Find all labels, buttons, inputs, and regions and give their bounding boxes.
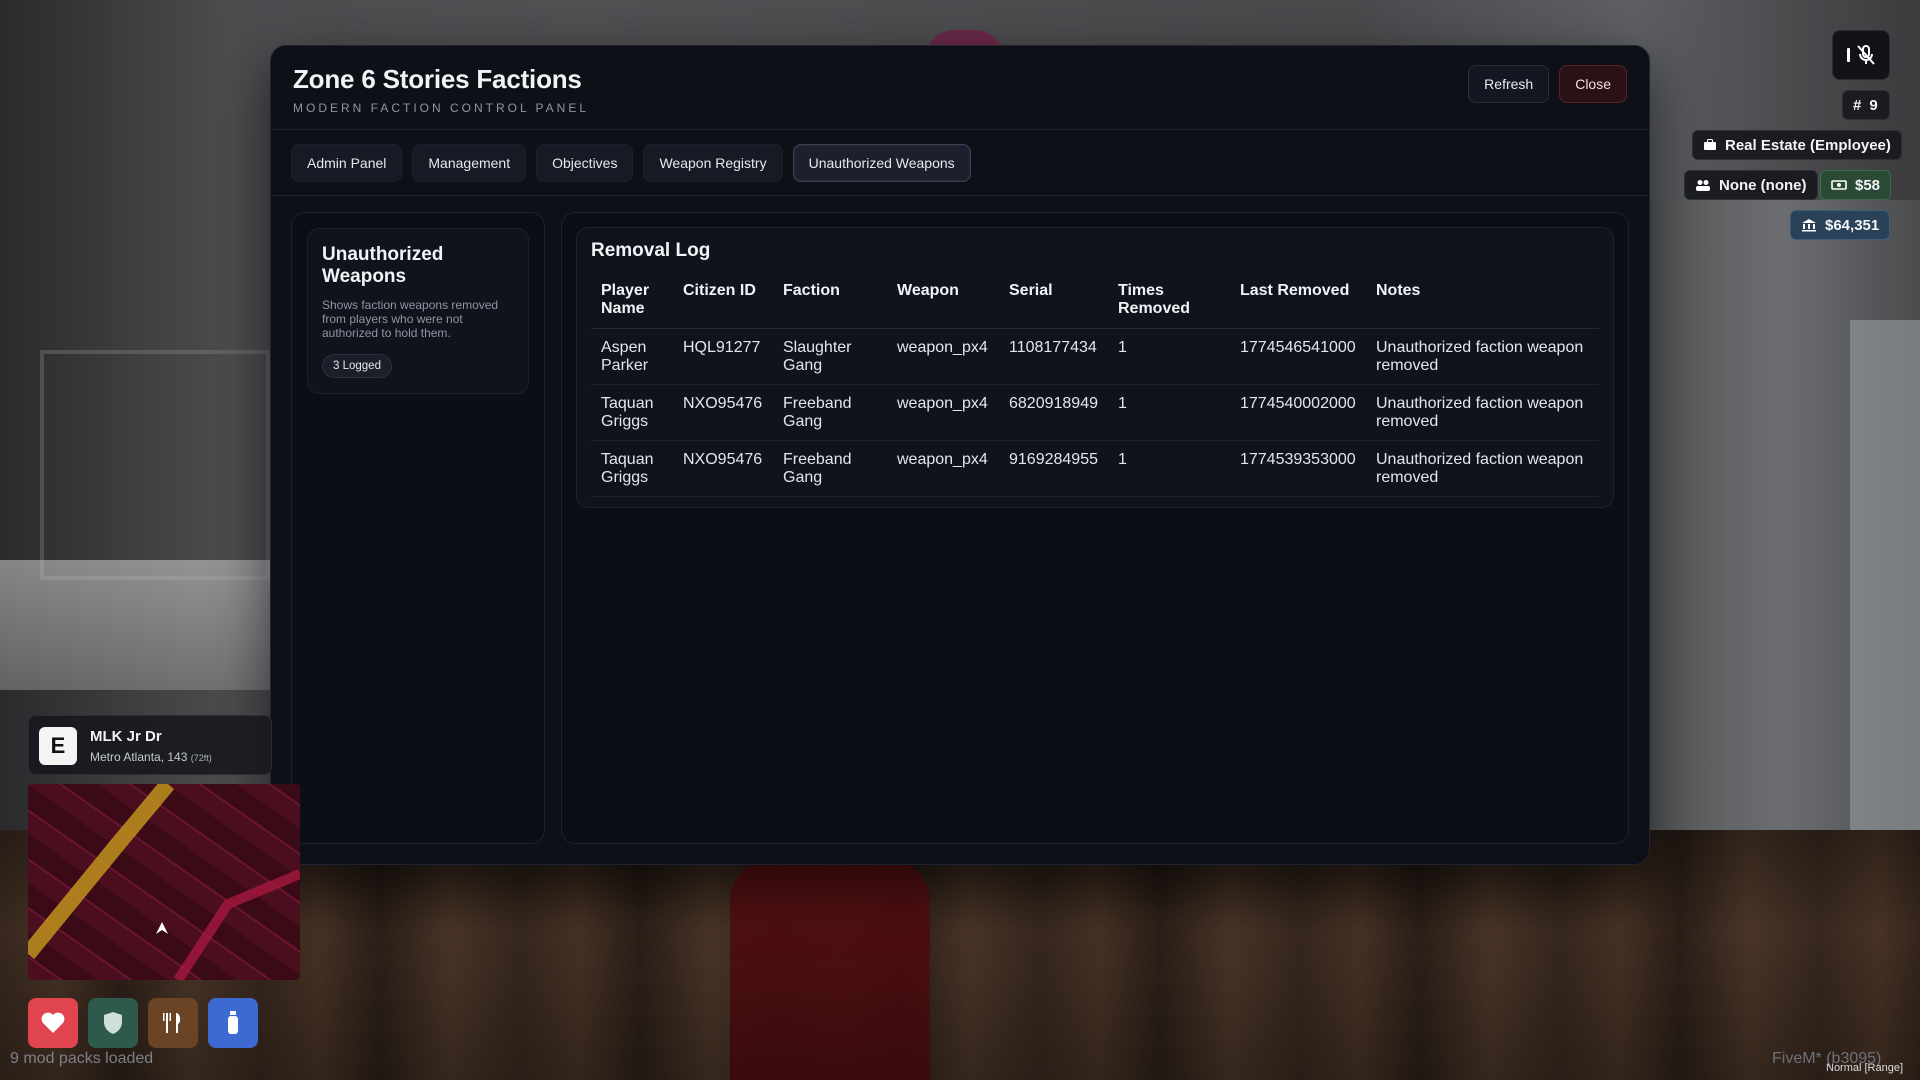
player-id-pill: # 9	[1842, 90, 1890, 120]
game-background-cabinet	[40, 350, 270, 580]
gang-pill: None (none)	[1684, 170, 1818, 200]
cell-last-removed: 1774540002000	[1229, 384, 1366, 441]
bank-icon	[1802, 219, 1816, 232]
column-header: Citizen ID	[673, 274, 773, 329]
game-background-door	[1850, 320, 1920, 840]
job-label: Real Estate (Employee)	[1725, 136, 1891, 154]
sidebar-description: Shows faction weapons removed from playe…	[322, 298, 499, 340]
street-name: MLK Jr Dr	[90, 728, 162, 745]
cash-amount: $58	[1855, 176, 1881, 194]
removal-log-card: Removal Log Player Name Citizen ID Facti…	[576, 227, 1614, 508]
fork-knife-icon	[163, 1013, 181, 1033]
hunger-status	[148, 998, 198, 1048]
cell-times-removed: 1	[1107, 328, 1230, 385]
street-distance: (72ft)	[190, 753, 212, 763]
cell-weapon: weapon_px4	[887, 328, 999, 385]
column-header: Times Removed	[1107, 274, 1230, 329]
cell-citizen-id: NXO95476	[673, 440, 773, 497]
street-area: Metro Atlanta, 143	[90, 750, 188, 764]
panel-content: Unauthorized Weapons Shows faction weapo…	[291, 212, 1629, 844]
bank-pill: $64,351	[1790, 210, 1891, 240]
armor-status	[88, 998, 138, 1048]
column-header: Faction	[773, 274, 887, 329]
cell-player-name: Taquan Griggs	[591, 440, 673, 497]
cell-citizen-id: HQL91277	[673, 328, 773, 385]
street-location-box: E MLK Jr Dr Metro Atlanta, 143 (72ft)	[28, 715, 272, 775]
cell-serial: 9169284955	[999, 440, 1108, 497]
cell-citizen-id: NXO95476	[673, 384, 773, 441]
column-header: Serial	[999, 274, 1108, 329]
cell-notes: Unauthorized faction weapon removed	[1365, 440, 1599, 497]
panel-subtitle: MODERN FACTION CONTROL PANEL	[293, 101, 590, 115]
voice-indicator	[1832, 30, 1890, 80]
cell-last-removed: 1774539353000	[1229, 440, 1366, 497]
table-row: Taquan Griggs NXO95476 Freeband Gang wea…	[591, 440, 1599, 497]
minimap	[28, 784, 300, 980]
faction-control-panel: Zone 6 Stories Factions MODERN FACTION C…	[270, 45, 1650, 865]
job-pill: Real Estate (Employee)	[1692, 130, 1902, 160]
cell-faction: Slaughter Gang	[773, 328, 887, 385]
cell-times-removed: 1	[1107, 384, 1230, 441]
cash-pill: $58	[1820, 170, 1892, 200]
main-area: Removal Log Player Name Citizen ID Facti…	[561, 212, 1629, 844]
cell-weapon: weapon_px4	[887, 440, 999, 497]
gang-label: None (none)	[1719, 176, 1807, 194]
briefcase-icon	[1704, 139, 1716, 150]
cell-weapon: weapon_px4	[887, 384, 999, 441]
cell-last-removed: 1774546541000	[1229, 328, 1366, 385]
cell-times-removed: 1	[1107, 440, 1230, 497]
compass-direction: E	[39, 727, 77, 765]
hash-icon: #	[1853, 96, 1862, 114]
cell-notes: Unauthorized faction weapon removed	[1365, 384, 1599, 441]
column-header: Weapon	[887, 274, 999, 329]
heart-icon	[41, 1012, 65, 1033]
table-header-row: Player Name Citizen ID Faction Weapon Se…	[591, 274, 1599, 329]
health-status	[28, 998, 78, 1048]
tab-unauthorized-weapons[interactable]: Unauthorized Weapons	[792, 143, 971, 182]
column-header: Player Name	[591, 274, 673, 329]
cell-faction: Freeband Gang	[773, 384, 887, 441]
bottle-icon	[228, 1011, 238, 1034]
cell-notes: Unauthorized faction weapon removed	[1365, 328, 1599, 385]
player-marker-icon	[28, 784, 300, 980]
mods-loaded-text: 9 mod packs loaded	[10, 1050, 154, 1067]
removal-log-table: Player Name Citizen ID Faction Weapon Se…	[591, 274, 1599, 497]
voice-level-bar	[1846, 48, 1850, 62]
tab-admin-panel[interactable]: Admin Panel	[291, 143, 403, 182]
cell-player-name: Aspen Parker	[591, 328, 673, 385]
voice-range-text: Normal [Range]	[1826, 1062, 1904, 1074]
close-button[interactable]: Close	[1559, 65, 1627, 103]
sidebar: Unauthorized Weapons Shows faction weapo…	[291, 212, 545, 844]
column-header: Notes	[1365, 274, 1599, 329]
player-id: 9	[1869, 96, 1878, 114]
thirst-status	[208, 998, 258, 1048]
users-icon	[1696, 180, 1710, 191]
table-row: Taquan Griggs NXO95476 Freeband Gang wea…	[591, 384, 1599, 441]
mic-muted-icon	[1856, 45, 1875, 65]
game-character	[730, 860, 930, 1080]
sidebar-title: Unauthorized Weapons	[322, 244, 444, 287]
cash-icon	[1831, 180, 1847, 190]
tab-weapon-registry[interactable]: Weapon Registry	[643, 143, 783, 182]
refresh-button[interactable]: Refresh	[1468, 65, 1550, 103]
panel-title: Zone 6 Stories Factions	[293, 64, 582, 94]
cell-serial: 1108177434	[999, 328, 1108, 385]
cell-serial: 6820918949	[999, 384, 1108, 441]
bank-amount: $64,351	[1825, 216, 1880, 234]
header-actions: Refresh Close	[1468, 65, 1627, 103]
tab-objectives[interactable]: Objectives	[536, 143, 634, 182]
logged-count-badge: 3 Logged	[322, 354, 392, 378]
street-area-line: Metro Atlanta, 143 (72ft)	[90, 750, 212, 764]
column-header: Last Removed	[1229, 274, 1366, 329]
panel-header: Zone 6 Stories Factions MODERN FACTION C…	[271, 46, 1649, 130]
game-background-counter	[0, 560, 280, 690]
cell-player-name: Taquan Griggs	[591, 384, 673, 441]
tab-bar: Admin Panel Management Objectives Weapon…	[271, 130, 1649, 196]
cell-faction: Freeband Gang	[773, 440, 887, 497]
sidebar-card: Unauthorized Weapons Shows faction weapo…	[307, 228, 529, 394]
tab-management[interactable]: Management	[412, 143, 527, 182]
table-row: Aspen Parker HQL91277 Slaughter Gang wea…	[591, 328, 1599, 385]
shield-icon	[104, 1012, 122, 1034]
removal-log-title: Removal Log	[591, 240, 711, 261]
